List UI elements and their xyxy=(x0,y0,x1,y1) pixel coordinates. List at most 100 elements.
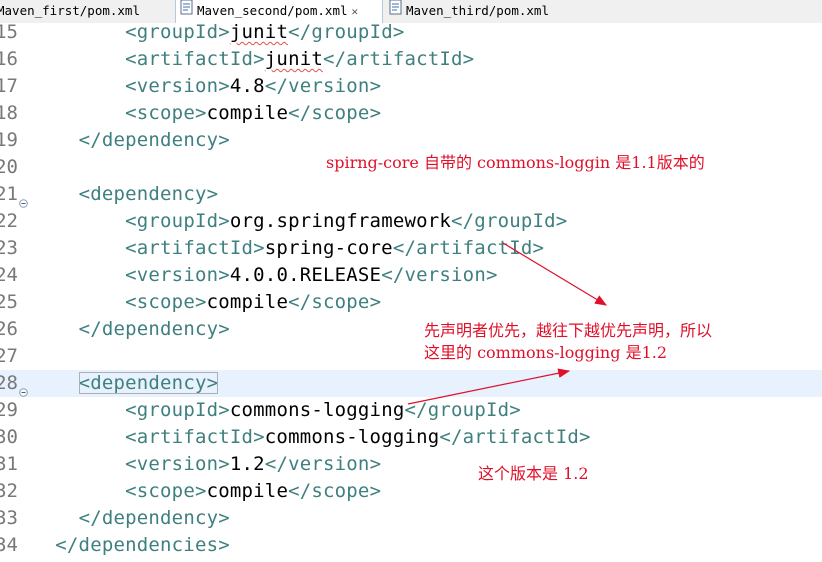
xml-open-tag: </dependency> xyxy=(78,318,230,340)
code-content: <dependency> xyxy=(32,370,219,397)
line-number: 25 xyxy=(0,291,18,313)
line-number: 32 xyxy=(0,480,18,502)
code-line[interactable]: 23 <artifactId>spring-core</artifactId> xyxy=(0,235,822,262)
xml-text-value: spring-core xyxy=(264,237,393,259)
code-content: </dependency> xyxy=(32,316,230,343)
annotation-declaration-order-line1: 先声明者优先，越往下越优先声明，所以 xyxy=(424,321,713,340)
tab-maven-second-pom[interactable]: Maven_second/pom.xml ✕ xyxy=(175,0,383,23)
code-content: <version>4.0.0.RELEASE</version> xyxy=(32,262,498,289)
fold-toggle-icon[interactable] xyxy=(19,378,28,397)
xml-text-value: compile xyxy=(206,480,289,502)
xml-open-tag: </dependency> xyxy=(78,129,230,151)
xml-close-tag: </artifactId> xyxy=(392,237,545,259)
code-line[interactable]: 16 <artifactId>junit</artifactId> xyxy=(0,46,822,73)
code-line[interactable]: 17 <version>4.8</version> xyxy=(0,73,822,100)
xml-text-value: compile xyxy=(206,102,289,124)
xml-open-tag: <dependency> xyxy=(78,183,219,205)
code-content: <scope>compile</scope> xyxy=(32,478,381,505)
xml-file-icon xyxy=(389,0,403,22)
xml-open-tag: <dependency> xyxy=(78,372,219,394)
line-number: 24 xyxy=(0,264,18,286)
line-number: 21 xyxy=(0,183,18,205)
xml-file-icon xyxy=(180,0,194,22)
fold-toggle-icon[interactable] xyxy=(19,189,28,208)
line-number: 15 xyxy=(0,23,18,43)
xml-text-value: junit xyxy=(229,23,289,43)
xml-text-value: compile xyxy=(206,291,289,313)
xml-open-tag: <groupId> xyxy=(125,399,230,421)
code-line[interactable]: 28 <dependency> xyxy=(0,370,822,397)
code-line[interactable]: 19 </dependency> xyxy=(0,127,822,154)
code-line[interactable]: 33 </dependency> xyxy=(0,505,822,532)
code-content: <artifactId>spring-core</artifactId> xyxy=(32,235,544,262)
code-content: <groupId>commons-logging</groupId> xyxy=(32,397,521,424)
xml-open-tag: <groupId> xyxy=(125,23,230,43)
tab-maven-first-pom[interactable]: Maven_first/pom.xml xyxy=(0,0,169,23)
tab-label: Maven_first/pom.xml xyxy=(0,3,140,18)
code-line[interactable]: 18 <scope>compile</scope> xyxy=(0,100,822,127)
xml-text-value: org.springframework xyxy=(229,210,452,232)
code-content: <artifactId>junit</artifactId> xyxy=(32,46,474,73)
xml-close-tag: </groupId> xyxy=(288,23,405,43)
xml-open-tag: </dependencies> xyxy=(55,534,230,556)
xml-source-editor[interactable]: 15 <groupId>junit</groupId> 16 <artifactI… xyxy=(0,23,822,562)
code-content: <scope>compile</scope> xyxy=(32,289,381,316)
xml-open-tag: <scope> xyxy=(125,291,207,313)
code-line[interactable]: 32 <scope>compile</scope> xyxy=(0,478,822,505)
tab-maven-third-pom[interactable]: Maven_third/pom.xml xyxy=(389,0,589,23)
line-number: 30 xyxy=(0,426,18,448)
line-number: 33 xyxy=(0,507,18,529)
xml-close-tag: </groupId> xyxy=(451,210,568,232)
xml-open-tag: <version> xyxy=(125,453,230,475)
code-content: <version>4.8</version> xyxy=(32,73,381,100)
code-content: <artifactId>commons-logging</artifactId> xyxy=(32,424,591,451)
code-line[interactable]: 31 <version>1.2</version> xyxy=(0,451,822,478)
code-line[interactable]: 24 <version>4.0.0.RELEASE</version> xyxy=(0,262,822,289)
code-line[interactable]: 25 <scope>compile</scope> xyxy=(0,289,822,316)
xml-close-tag: </artifactId> xyxy=(439,426,591,448)
code-line[interactable]: 27 xyxy=(0,343,822,370)
xml-close-tag: </scope> xyxy=(288,291,382,313)
xml-close-tag: </version> xyxy=(264,75,382,97)
tab-label: Maven_second/pom.xml xyxy=(197,3,348,18)
code-line[interactable]: 15 <groupId>junit</groupId> xyxy=(0,23,822,46)
xml-close-tag: </artifactId> xyxy=(323,48,475,70)
annotation-declaration-order-line2: 这里的 commons-logging 是1.2 xyxy=(424,343,668,362)
line-number: 17 xyxy=(0,75,18,97)
code-line[interactable]: 21 <dependency> xyxy=(0,181,822,208)
code-content: <dependency> xyxy=(32,181,218,208)
code-line[interactable]: 29 <groupId>commons-logging</groupId> xyxy=(0,397,822,424)
line-number: 31 xyxy=(0,453,18,475)
xml-text-value: 4.8 xyxy=(229,75,265,97)
xml-open-tag: <version> xyxy=(125,264,230,286)
close-icon[interactable]: ✕ xyxy=(352,5,359,18)
xml-text-value: junit xyxy=(264,48,323,70)
xml-open-tag: <artifactId> xyxy=(125,237,265,259)
code-line[interactable]: 22 <groupId>org.springframework</groupId… xyxy=(0,208,822,235)
code-line[interactable]: 34 </dependencies> xyxy=(0,532,822,559)
xml-close-tag: </version> xyxy=(264,453,382,475)
xml-open-tag: <scope> xyxy=(125,480,207,502)
line-number: 27 xyxy=(0,345,18,367)
xml-text-value: 4.0.0.RELEASE xyxy=(229,264,382,286)
code-content: <scope>compile</scope> xyxy=(32,100,381,127)
line-number: 34 xyxy=(0,534,18,556)
code-content: </dependencies> xyxy=(32,532,230,559)
code-line[interactable]: 30 <artifactId>commons-logging</artifact… xyxy=(0,424,822,451)
xml-open-tag: <scope> xyxy=(125,102,207,124)
xml-close-tag: </scope> xyxy=(288,480,382,502)
annotation-version-note: 这个版本是 1.2 xyxy=(478,464,589,483)
xml-text-value: 1.2 xyxy=(229,453,265,475)
